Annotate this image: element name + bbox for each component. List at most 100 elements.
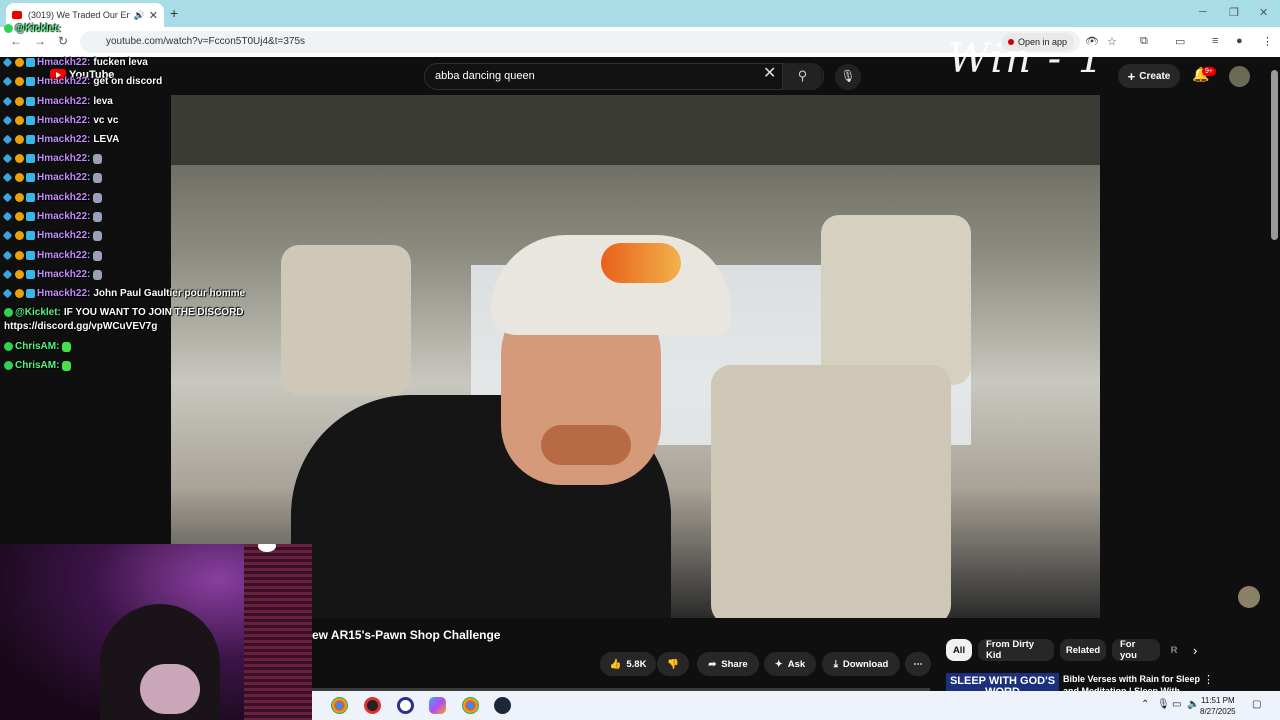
cast-icon[interactable]: ▭ [1175,35,1185,48]
chip-for-you[interactable]: For you [1112,639,1160,661]
verified-badge-icon [4,308,13,317]
dislike-button[interactable]: 👎 [657,652,689,676]
new-tab-icon[interactable]: + [170,5,178,21]
notification-center-icon[interactable]: ▢ [1252,699,1261,710]
download-label: Download [842,658,889,670]
chat-message: Hmackh22: [2,153,103,164]
chat-text: vc vc [93,115,119,126]
cube-badge-icon [26,270,35,279]
taskbar-clock[interactable]: 11:51 PM 8/27/2025 [1200,695,1236,717]
voice-search-button[interactable]: 🎙 [835,64,861,90]
video-frame-sunglasses [601,243,681,283]
browser-tab-strip: (3019) We Traded Our Ent... 🔊 ✕ + ─ ❐ ✕ [0,0,1280,27]
sword-badge-icon [2,134,13,145]
chat-username: Hmackh22: [37,134,91,145]
chip-all[interactable]: All [946,639,972,661]
create-button[interactable]: + Create [1118,64,1180,88]
chat-link-text[interactable]: https://discord.gg/vpWCuVEV7g [4,321,157,332]
steam-taskbar-icon[interactable] [494,697,511,714]
ask-button[interactable]: ✦ Ask [764,652,816,676]
tray-mic-icon[interactable]: 🎙 [1157,699,1170,710]
page-scrollbar[interactable] [1271,70,1278,240]
tray-network-icon[interactable]: ▭ [1172,699,1181,710]
gold-badge-icon [15,77,24,86]
sword-badge-icon [2,172,13,183]
chat-message: Hmackh22: [2,269,103,280]
chat-username: Hmackh22: [37,57,91,68]
w-emote-icon [62,360,72,371]
sword-badge-icon [2,288,13,299]
chat-username: ChrisAM: [15,360,60,371]
chat-username: Hmackh22: [37,211,91,222]
chip-related[interactable]: Related [1060,639,1106,661]
chat-text: leva [93,96,113,107]
video-title: ew AR15's-Pawn Shop Challenge [312,628,501,642]
channel-watermark-icon[interactable] [1238,586,1260,608]
dancing-emote-icon [93,211,103,222]
more-actions-button[interactable]: ⋯ [905,652,931,676]
chat-username: Hmackh22: [37,288,91,299]
like-button[interactable]: 👍 5.8K [600,652,656,676]
download-button[interactable]: ⤓ Download [822,652,900,676]
forward-icon[interactable]: → [34,34,46,48]
reload-icon[interactable]: ↻ [58,34,68,48]
media-icon[interactable]: ≡ [1212,35,1218,47]
video-player[interactable] [171,95,1100,618]
minimize-icon[interactable]: ─ [1199,6,1207,18]
account-avatar[interactable] [1229,66,1250,87]
chat-username: ChrisAM: [15,341,60,352]
chat-username: Hmackh22: [37,96,91,107]
chrome-active-taskbar-icon[interactable] [462,697,479,714]
share-label: Share [721,658,748,670]
chrome-taskbar-icon[interactable] [331,697,348,714]
video-frame-seat-right [821,215,971,385]
close-window-icon[interactable]: ✕ [1259,6,1268,19]
share-button[interactable]: ➦ Share [697,652,759,676]
chat-message: @Kicklet: [4,23,64,34]
close-tab-icon[interactable]: ✕ [149,9,158,22]
clear-search-icon[interactable]: ✕ [763,63,776,83]
menu-icon[interactable]: ⋮ [1262,35,1273,48]
chat-message: Hmackh22: vc vc [2,115,119,126]
profile-icon[interactable]: ● [1236,35,1243,47]
gold-badge-icon [15,231,24,240]
copilot-taskbar-icon[interactable] [429,697,446,714]
back-icon[interactable]: ← [10,34,22,48]
chat-message: Hmackh22: [2,230,103,241]
tray-volume-icon[interactable]: 🔈 [1187,699,1199,710]
restore-icon[interactable]: ❐ [1229,6,1239,19]
tray-overflow-icon[interactable]: ⌃ [1141,699,1149,710]
bookmark-star-icon[interactable]: ☆ [1107,35,1117,48]
tab-title: (3019) We Traded Our Ent... [28,10,130,20]
secondary-column [1100,95,1270,618]
record-app-taskbar-icon[interactable] [364,697,381,714]
chevron-right-icon[interactable]: › [1193,643,1197,658]
gold-badge-icon [15,154,24,163]
cube-badge-icon [26,251,35,260]
webcam-blinds [244,544,312,720]
chat-message: Hmackh22: [2,192,103,203]
chat-text: IF YOU WANT TO JOIN THE DISCORD [63,307,244,318]
sparkle-icon: ✦ [774,658,783,670]
obs-taskbar-icon[interactable] [397,697,414,714]
extensions-icon[interactable]: ⧉ [1140,35,1148,48]
recommendation-menu-icon[interactable]: ⋮ [1203,673,1214,686]
dancing-emote-icon [93,269,103,280]
dancing-emote-icon [93,153,103,164]
video-frame-seat-front [711,365,951,618]
video-frame-mustache [541,425,631,465]
share-arrow-icon: ➦ [708,658,717,670]
chat-username: Hmackh22: [37,269,91,280]
like-count: 5.8K [626,658,647,670]
speaker-icon[interactable]: 🔊 [134,10,145,21]
cube-badge-icon [26,212,35,221]
chip-from-dirty-kid[interactable]: From Dirty Kid [978,639,1054,661]
url-field[interactable]: youtube.com/watch?v=Fccon5T0Uj4&t=375s [80,31,1080,53]
chip-partial[interactable]: R [1166,639,1182,661]
cube-badge-icon [26,58,35,67]
chat-message: Hmackh22: John Paul Gaultier pour homme [2,288,245,299]
chat-message: @Kicklet: IF YOU WANT TO JOIN THE DISCOR… [4,307,244,318]
dancing-emote-icon [93,230,103,241]
search-button[interactable]: ⚲ [782,63,822,90]
gold-badge-icon [15,212,24,221]
